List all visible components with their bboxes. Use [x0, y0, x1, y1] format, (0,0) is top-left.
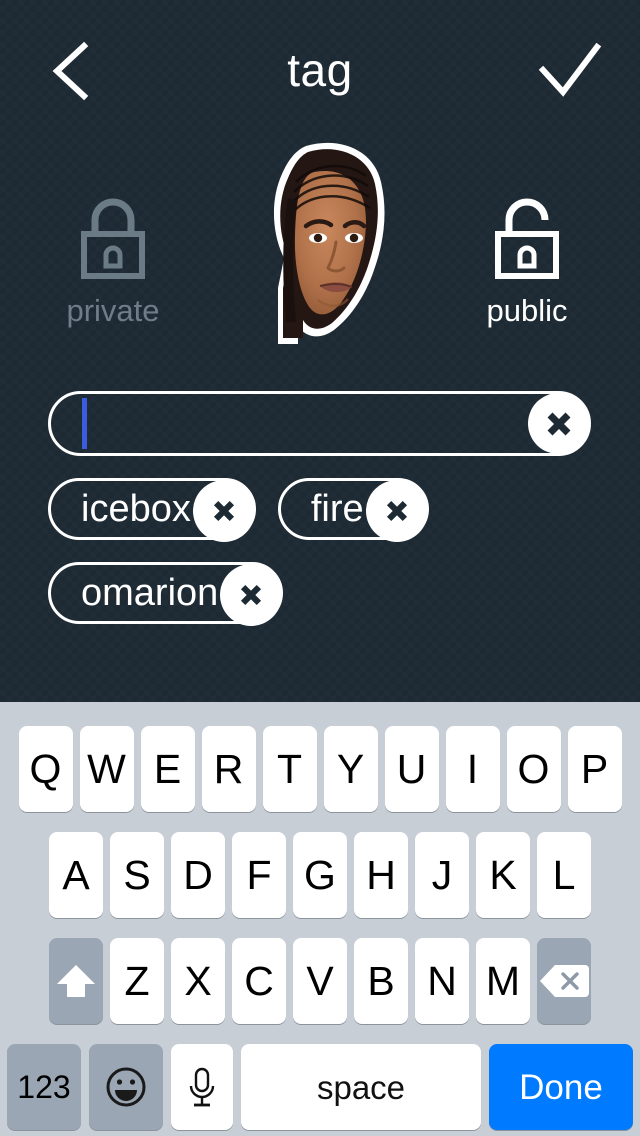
smiley-face-icon: [106, 1067, 146, 1107]
backspace-delete-icon: [540, 965, 589, 997]
lock-open-icon: [495, 198, 559, 279]
space-key[interactable]: space: [241, 1044, 481, 1130]
close-icon: [213, 500, 234, 522]
key-j[interactable]: J: [415, 832, 469, 918]
key-m[interactable]: M: [476, 938, 530, 1024]
privacy-option-private[interactable]: private: [18, 190, 208, 330]
done-key[interactable]: Done: [489, 1044, 633, 1130]
tag-row: omarion: [48, 560, 608, 626]
key-b[interactable]: B: [354, 938, 408, 1024]
on-screen-keyboard: Q W E R T Y U I O P A S D F G H J K L Z …: [0, 702, 640, 1136]
close-icon: [241, 584, 262, 606]
dictation-key[interactable]: [171, 1044, 233, 1130]
key-g[interactable]: G: [293, 832, 347, 918]
lock-closed-icon-wrap: [18, 190, 208, 286]
tag-remove-button[interactable]: [220, 564, 283, 626]
key-e[interactable]: E: [140, 726, 195, 812]
key-n[interactable]: N: [415, 938, 469, 1024]
key-w[interactable]: W: [79, 726, 134, 812]
header-bar: tag: [0, 0, 640, 140]
tag-input-container[interactable]: [48, 391, 591, 456]
emoji-key[interactable]: [89, 1044, 163, 1130]
key-i[interactable]: I: [445, 726, 500, 812]
key-r[interactable]: R: [201, 726, 256, 812]
tag-pill[interactable]: fire: [277, 478, 429, 542]
key-l[interactable]: L: [537, 832, 591, 918]
key-x[interactable]: X: [171, 938, 225, 1024]
key-v[interactable]: V: [293, 938, 347, 1024]
key-u[interactable]: U: [384, 726, 439, 812]
tag-label: omarion: [81, 572, 219, 614]
keyboard-row-3: Z X C V B N M: [0, 938, 640, 1024]
confirm-button[interactable]: [530, 36, 610, 106]
numbers-key[interactable]: 123: [7, 1044, 81, 1130]
privacy-option-public[interactable]: public: [432, 190, 622, 330]
tag-row: icebox fire: [48, 476, 608, 542]
tag-pill[interactable]: icebox: [48, 478, 256, 542]
check-icon: [538, 43, 602, 97]
shift-key[interactable]: [49, 938, 103, 1024]
key-f[interactable]: F: [232, 832, 286, 918]
key-d[interactable]: D: [171, 832, 225, 918]
key-z[interactable]: Z: [110, 938, 164, 1024]
key-k[interactable]: K: [476, 832, 530, 918]
close-icon: [386, 500, 407, 522]
keyboard-row-4: 123 space Done: [0, 1044, 640, 1130]
tag-remove-button[interactable]: [365, 480, 428, 542]
lock-closed-icon: [81, 198, 145, 279]
tag-screen: tag private public icebox fire omarion Q…: [0, 0, 640, 1136]
backspace-key[interactable]: [537, 938, 591, 1024]
tag-remove-button[interactable]: [192, 480, 255, 542]
head-cutout-sticker: [273, 142, 385, 344]
privacy-private-label: private: [66, 293, 160, 328]
tag-list: icebox fire omarion: [48, 476, 608, 644]
keyboard-row-2: A S D F G H J K L: [0, 832, 640, 918]
shift-up-arrow-icon: [57, 965, 95, 997]
key-c[interactable]: C: [232, 938, 286, 1024]
privacy-public-label: public: [486, 293, 568, 328]
tag-label: fire: [310, 488, 364, 530]
tag-input-clear-button[interactable]: [528, 393, 589, 454]
key-a[interactable]: A: [49, 832, 103, 918]
microphone-icon: [189, 1067, 215, 1107]
key-p[interactable]: P: [567, 726, 622, 812]
tag-label: icebox: [81, 488, 191, 530]
key-t[interactable]: T: [262, 726, 317, 812]
keyboard-row-1: Q W E R T Y U I O P: [0, 726, 640, 812]
key-q[interactable]: Q: [18, 726, 73, 812]
key-o[interactable]: O: [506, 726, 561, 812]
close-icon: [547, 412, 570, 435]
text-caret: [82, 398, 87, 449]
key-s[interactable]: S: [110, 832, 164, 918]
tag-pill[interactable]: omarion: [48, 562, 284, 626]
tag-input[interactable]: [77, 394, 541, 455]
key-h[interactable]: H: [354, 832, 408, 918]
key-y[interactable]: Y: [323, 726, 378, 812]
lock-open-icon-wrap: [432, 190, 622, 286]
